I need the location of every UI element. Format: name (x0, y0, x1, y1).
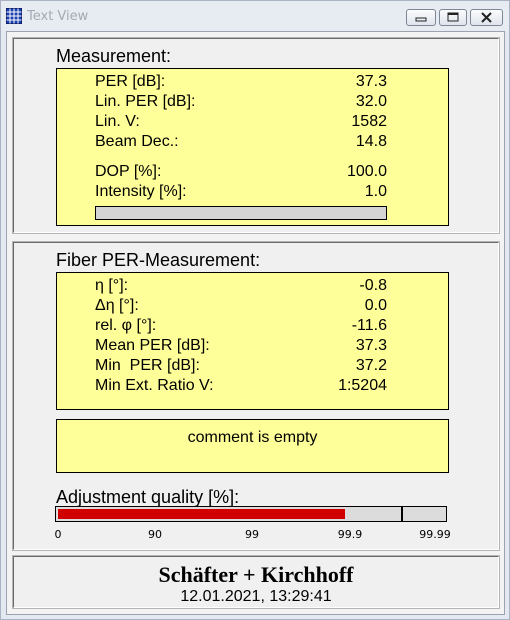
brand-logo-text: Schäfter + Kirchhoff (158, 562, 354, 587)
row-value: 37.2 (355, 357, 387, 374)
measurement-row: Beam Dec.: 14.8 (95, 133, 387, 153)
minimize-icon (415, 17, 427, 22)
adjustment-quality-title: Adjustment quality [%]: (56, 487, 240, 507)
measurement-row: Lin. PER [dB]: 32.0 (95, 93, 387, 113)
row-label: Mean PER [dB]: (95, 337, 210, 354)
measurement-row: Intensity [%]: 1.0 (95, 183, 387, 203)
row-value: 1.0 (364, 183, 387, 200)
measurement-title: Measurement: (56, 46, 172, 66)
close-button[interactable] (470, 9, 503, 26)
row-value: 1582 (351, 113, 387, 130)
fiber-row: Min Ext. Ratio V: 1:5204 (95, 377, 387, 397)
fiber-row: Mean PER [dB]: 37.3 (95, 337, 387, 357)
fiber-per-title: Fiber PER-Measurement: (56, 250, 261, 270)
row-label: rel. φ [°]: (95, 317, 157, 334)
client-area: Measurement: PER [dB]: 37.3 Lin. PER [dB… (6, 31, 505, 615)
fiber-row: rel. φ [°]: -11.6 (95, 317, 387, 337)
fiber-row: Δη [°]: 0.0 (95, 297, 387, 317)
window-title: Text View (27, 9, 89, 24)
comment-box: comment is empty (56, 419, 449, 473)
row-label: Intensity [%]: (95, 183, 187, 200)
row-value: 37.3 (355, 73, 387, 90)
row-label: Lin. PER [dB]: (95, 93, 196, 110)
row-label: Lin. V: (95, 113, 140, 130)
close-icon (481, 12, 492, 23)
title-bar[interactable]: Text View (1, 1, 509, 31)
row-value: 32.0 (355, 93, 387, 110)
fiber-values-box: η [°]: -0.8 Δη [°]: 0.0 rel. φ [°]: -11.… (56, 272, 449, 410)
row-label: Min PER [dB]: (95, 357, 200, 374)
quality-tick-label: 90 (148, 528, 162, 541)
row-label: Δη [°]: (95, 297, 139, 314)
quality-tick-label: 99.99 (419, 528, 451, 541)
intensity-bar (95, 206, 387, 220)
measurement-row: PER [dB]: 37.3 (95, 73, 387, 93)
fiber-per-panel: Fiber PER-Measurement: η [°]: -0.8 Δη [°… (12, 241, 500, 551)
maximize-icon (447, 12, 459, 22)
grid-app-icon (6, 8, 22, 24)
quality-tick-label: 99.9 (337, 528, 363, 541)
row-label: Min Ext. Ratio V: (95, 377, 214, 394)
text-view-window: Text View Measurement: PER [dB]: 37.3 Li… (0, 0, 510, 620)
row-value: 1:5204 (338, 377, 387, 394)
row-value: 100.0 (346, 163, 387, 180)
row-value: 14.8 (355, 133, 387, 150)
measurement-row: Lin. V: 1582 (95, 113, 387, 133)
fiber-row: η [°]: -0.8 (95, 277, 387, 297)
row-value: 0.0 (364, 297, 387, 314)
row-label: DOP [%]: (95, 163, 162, 180)
measurement-panel: Measurement: PER [dB]: 37.3 Lin. PER [dB… (12, 37, 500, 234)
adjustment-quality-marker (401, 506, 403, 521)
adjustment-quality-fill (58, 509, 345, 519)
timestamp: 12.01.2021, 13:29:41 (180, 588, 332, 605)
row-label: PER [dB]: (95, 73, 166, 90)
row-value: 37.3 (355, 337, 387, 354)
row-label: η [°]: (95, 277, 129, 294)
minimize-button[interactable] (406, 9, 436, 26)
fiber-row: Min PER [dB]: 37.2 (95, 357, 387, 377)
quality-tick-label: 0 (54, 528, 62, 541)
row-value: -11.6 (351, 317, 387, 334)
row-label: Beam Dec.: (95, 133, 179, 150)
quality-tick-label: 99 (245, 528, 259, 541)
adjustment-quality-bar (55, 506, 447, 522)
maximize-button[interactable] (439, 9, 467, 26)
measurement-row: DOP [%]: 100.0 (95, 163, 387, 183)
comment-text: comment is empty (187, 429, 318, 446)
measurement-values-box: PER [dB]: 37.3 Lin. PER [dB]: 32.0 Lin. … (56, 68, 449, 226)
row-value: -0.8 (359, 277, 387, 294)
footer-panel: Schäfter + Kirchhoff 12.01.2021, 13:29:4… (12, 555, 500, 609)
